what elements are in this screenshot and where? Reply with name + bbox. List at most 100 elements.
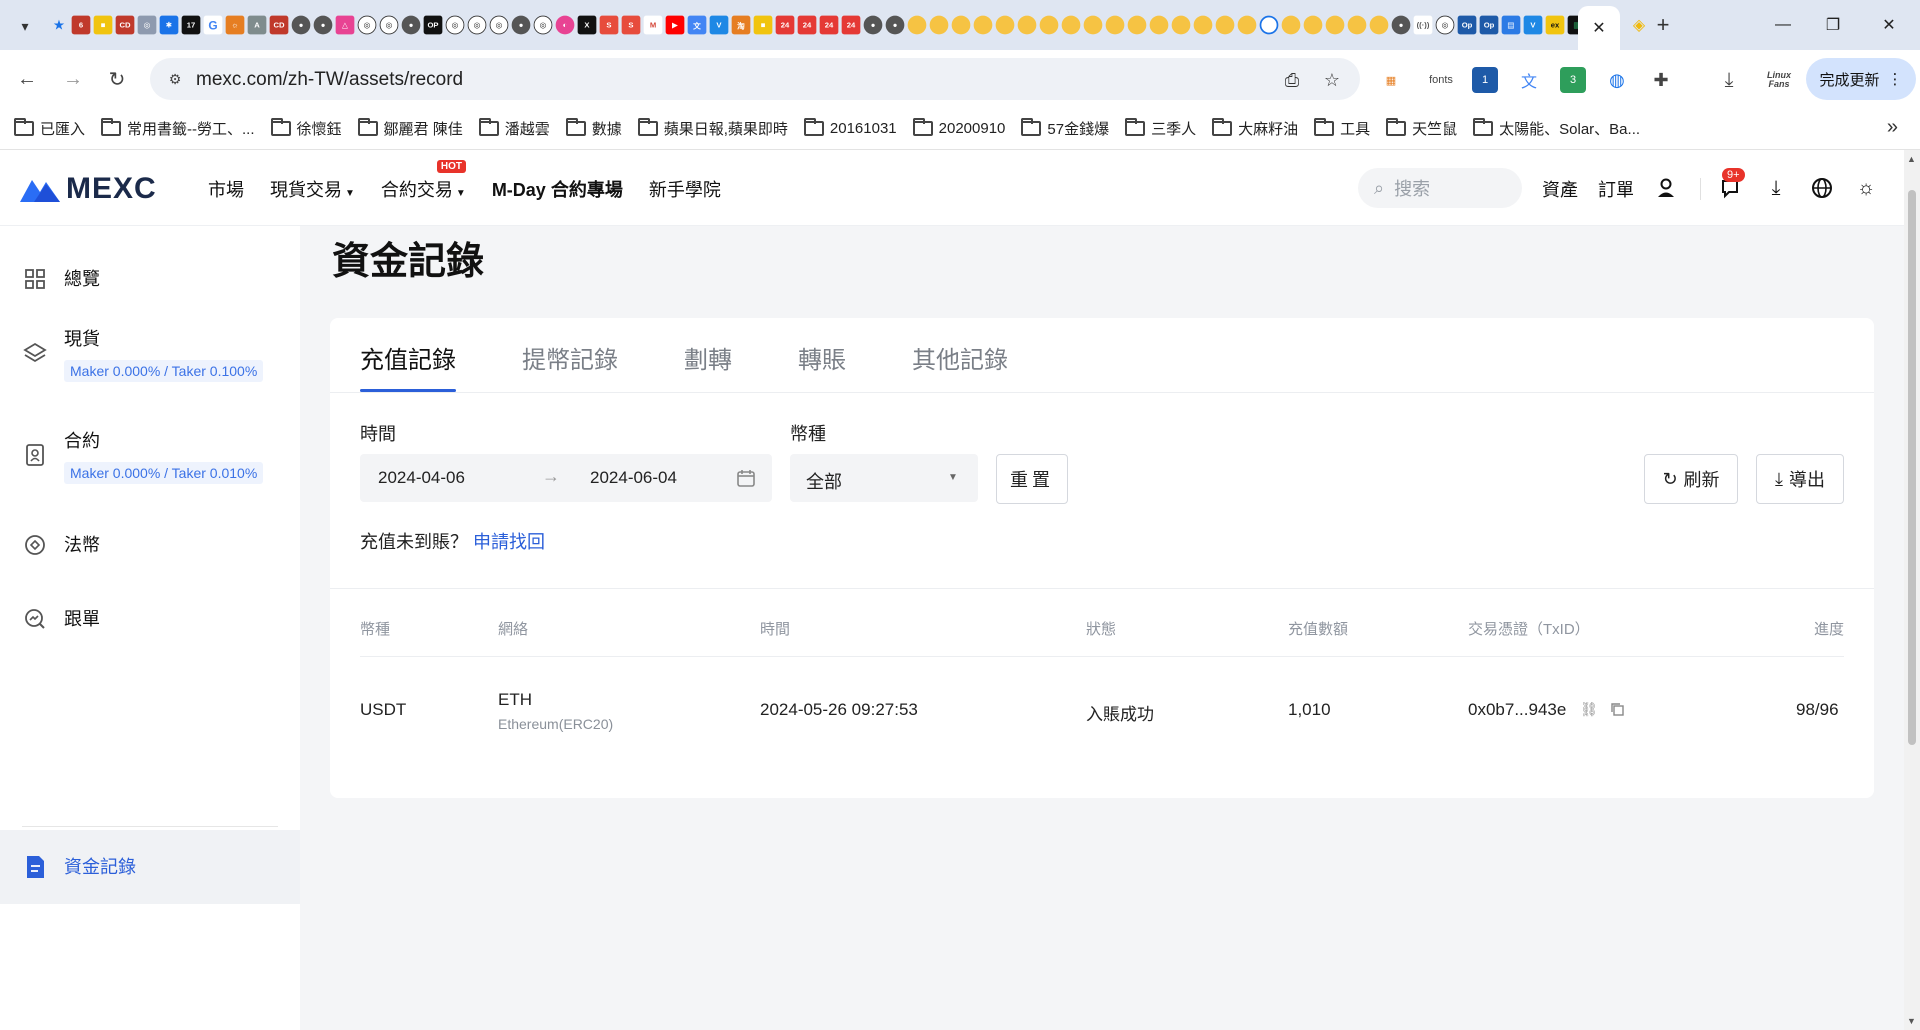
extension-icon[interactable]: ▦ (1378, 67, 1404, 93)
tab-favicon[interactable] (1215, 15, 1235, 35)
user-icon[interactable] (1652, 174, 1680, 202)
tab-deposit-record[interactable]: 充值記錄 (360, 318, 456, 392)
bookmark-item[interactable]: 20200910 (912, 116, 1005, 140)
tab-favicon[interactable] (951, 15, 971, 35)
app-download-icon[interactable]: ⤓ (1762, 174, 1790, 202)
tab-favicon[interactable] (1127, 15, 1147, 35)
tab-favicon[interactable]: Op (1457, 15, 1477, 35)
tab-favicon[interactable]: S (621, 15, 641, 35)
tab-favicon[interactable] (1369, 15, 1389, 35)
tab-favicon[interactable] (1193, 15, 1213, 35)
tab-favicon[interactable]: ★ (50, 16, 69, 35)
restore-icon[interactable]: ❐ (1810, 8, 1856, 42)
tab-favicon[interactable]: ▶ (665, 15, 685, 35)
tab-favicon[interactable]: ▤ (1501, 15, 1521, 35)
bookmark-item[interactable]: 57金錢爆 (1021, 116, 1109, 140)
tab-favicon[interactable]: ● (863, 15, 883, 35)
scroll-thumb[interactable] (1908, 190, 1916, 745)
tab-favicon[interactable]: 文 (687, 15, 707, 35)
language-globe-icon[interactable] (1808, 174, 1836, 202)
tab-favicon[interactable]: G (203, 15, 223, 35)
active-tab-close-icon[interactable]: ✕ (1578, 6, 1620, 50)
tab-withdraw-record[interactable]: 提幣記錄 (522, 318, 618, 392)
tab-favicon[interactable]: CD (269, 15, 289, 35)
translate-extension-icon[interactable]: 文 (1516, 67, 1542, 93)
tab-favicon[interactable]: ex (1545, 15, 1565, 35)
tab-favicon[interactable] (1083, 15, 1103, 35)
refresh-button[interactable]: ↻ 刷新 (1644, 454, 1738, 504)
back-icon[interactable]: ← (12, 64, 42, 94)
reload-icon[interactable]: ↻ (102, 64, 132, 94)
scroll-down-icon[interactable]: ▼ (1907, 1016, 1916, 1026)
url-text[interactable]: mexc.com/zh-TW/assets/record (196, 69, 463, 91)
nav-market[interactable]: 市場 (208, 176, 244, 202)
install-app-icon[interactable]: ⎙ (1280, 68, 1304, 92)
kebab-menu-icon[interactable]: ⋮ (1888, 70, 1903, 88)
site-info-icon[interactable]: ⚙ (164, 68, 186, 90)
fonts-extension-icon[interactable]: fonts (1424, 67, 1458, 93)
bookmark-item[interactable]: 20161031 (803, 116, 897, 140)
tab-favicon[interactable]: ● (511, 15, 531, 35)
tab-favicon[interactable]: 24 (819, 15, 839, 35)
bookmark-item[interactable]: 潘越雲 (478, 116, 550, 140)
apply-recovery-link[interactable]: 申請找回 (473, 532, 545, 552)
extensions-puzzle-icon[interactable]: ✚ (1648, 67, 1674, 93)
tab-favicon[interactable] (1039, 15, 1059, 35)
tab-favicon[interactable]: ◎ (489, 15, 509, 35)
link-icon[interactable]: ⛓ (1580, 700, 1598, 718)
tab-favicon[interactable]: 24 (841, 15, 861, 35)
bookmark-item[interactable]: 三季人 (1125, 116, 1196, 140)
nav-futures-trading[interactable]: 合約交易 ▼ HOT (381, 160, 467, 202)
new-tab-icon[interactable]: + (1652, 12, 1674, 37)
copy-icon[interactable] (1608, 700, 1626, 718)
minimize-icon[interactable]: — (1760, 8, 1806, 42)
tab-favicon[interactable]: 24 (775, 15, 795, 35)
sidebar-item-funding-record[interactable]: 資金記錄 (0, 830, 300, 904)
tab-favicon[interactable]: ☼ (225, 15, 245, 35)
bookmark-item[interactable]: 天竺鼠 (1386, 116, 1457, 140)
tab-favicon[interactable]: S (599, 15, 619, 35)
tab-favicon[interactable]: X (577, 15, 597, 35)
tab-favicon[interactable] (1347, 15, 1367, 35)
tab-favicon[interactable] (1281, 15, 1301, 35)
tab-favicon[interactable]: ■ (753, 15, 773, 35)
tab-favicon[interactable]: OP (423, 15, 443, 35)
calendar-icon[interactable] (734, 466, 758, 490)
tab-favicon[interactable]: ◎ (467, 15, 487, 35)
tab-favicon[interactable] (1171, 15, 1191, 35)
extension-badge-icon[interactable]: 3 (1560, 67, 1586, 93)
tab-favicon[interactable] (1237, 15, 1257, 35)
tab-internal-transfer[interactable]: 轉賬 (798, 318, 846, 392)
tab-favicon[interactable] (929, 15, 949, 35)
tab-favicon[interactable]: ● (313, 15, 333, 35)
scroll-up-icon[interactable]: ▲ (1907, 154, 1916, 164)
tab-favicon[interactable]: M (643, 15, 663, 35)
export-button[interactable]: ⤓ 導出 (1756, 454, 1844, 504)
bookmark-item[interactable]: 太陽能、Solar、Ba... (1473, 116, 1640, 140)
tab-favicon[interactable] (1259, 15, 1279, 35)
tab-favicon[interactable]: ◎ (445, 15, 465, 35)
bookmark-item[interactable]: 鄒麗君 陳佳 (357, 116, 463, 140)
tab-favicon[interactable]: ● (291, 15, 311, 35)
bookmark-item[interactable]: 已匯入 (14, 116, 85, 140)
tab-favicon[interactable]: V (709, 15, 729, 35)
bookmark-item[interactable]: 常用書籤--勞工、... (101, 116, 255, 140)
end-date-input[interactable]: 2024-06-04 (590, 468, 677, 488)
update-browser-button[interactable]: 完成更新 ⋮ (1806, 58, 1916, 100)
bookmark-item[interactable]: 徐懷鈺 (270, 116, 342, 140)
tab-other-record[interactable]: 其他記錄 (912, 318, 1008, 392)
tab-favicon[interactable]: ◎ (1435, 15, 1455, 35)
tab-favicon[interactable]: △ (335, 15, 355, 35)
bookmark-star-icon[interactable]: ☆ (1320, 68, 1344, 92)
tab-favicon[interactable]: ◎ (379, 15, 399, 35)
tab-favicon[interactable] (973, 15, 993, 35)
tab-favicon[interactable]: ((·)) (1413, 15, 1433, 35)
tab-favicon[interactable]: ▥ (1567, 15, 1578, 35)
date-range-picker[interactable]: 2024-04-06 → 2024-06-04 (360, 454, 772, 502)
bookmark-item[interactable]: 數據 (565, 116, 622, 140)
tab-favicon[interactable]: ◎ (137, 15, 157, 35)
download-icon[interactable]: ⤓ (1716, 67, 1742, 93)
bookmark-item[interactable]: 蘋果日報,蘋果即時 (637, 116, 788, 140)
tab-favicon[interactable]: 淘 (731, 15, 751, 35)
sidebar-item-overview[interactable]: 總覽 (0, 266, 300, 292)
